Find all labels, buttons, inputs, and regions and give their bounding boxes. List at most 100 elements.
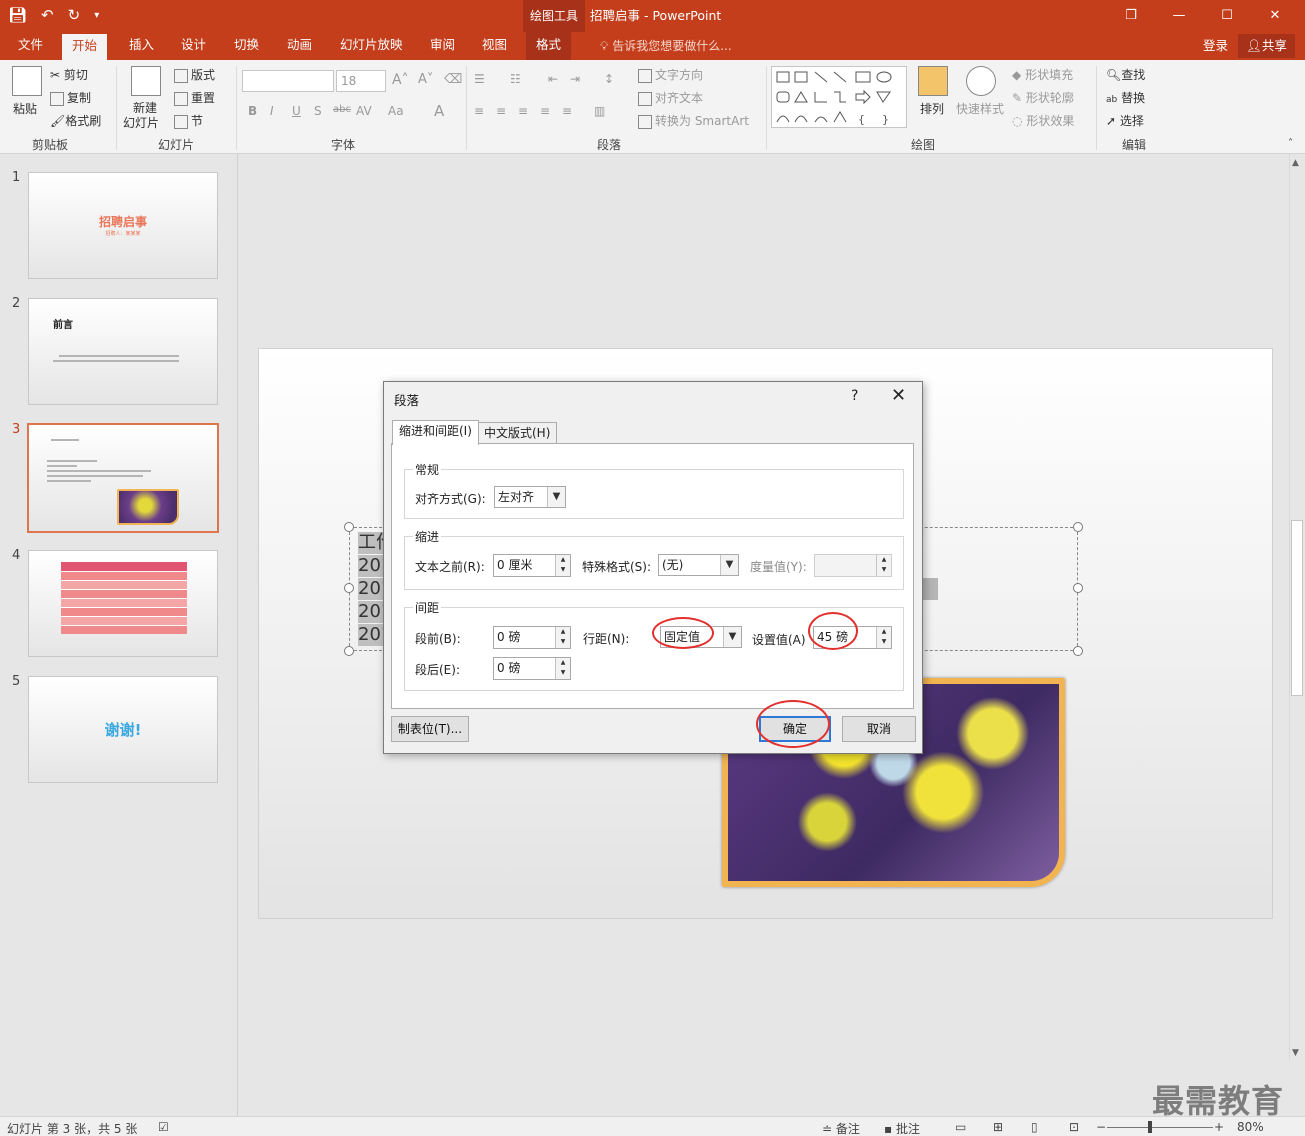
share-button[interactable]: 👤︎共享: [1238, 34, 1295, 58]
spin-arrows-icon[interactable]: ▲ ▼: [555, 627, 570, 648]
copy-button[interactable]: 复制: [50, 89, 91, 106]
customize-qat-icon[interactable]: ▾: [94, 10, 99, 21]
spin-arrows-icon[interactable]: ▲ ▼: [876, 627, 891, 648]
increase-indent-icon[interactable]: ⇥: [570, 72, 580, 86]
numbering-icon[interactable]: ☷: [510, 72, 521, 86]
shadow-icon[interactable]: S: [314, 104, 322, 118]
char-spacing-icon[interactable]: AV: [356, 104, 372, 118]
ribbon-display-options-icon[interactable]: ❐: [1107, 0, 1155, 32]
tab-design[interactable]: 设计: [171, 32, 216, 60]
reading-view-icon[interactable]: ▯: [1031, 1120, 1038, 1134]
tab-view[interactable]: 视图: [472, 32, 517, 60]
tab-chinese-typography[interactable]: 中文版式(H): [477, 422, 558, 444]
slide-thumbnail-3[interactable]: [27, 423, 219, 533]
underline-icon[interactable]: U: [292, 104, 301, 118]
arrange-icon[interactable]: [918, 66, 948, 96]
format-painter-button[interactable]: 🖌︎格式刷: [50, 112, 101, 129]
tab-indents-spacing[interactable]: 缩进和间距(I): [392, 420, 479, 445]
paste-icon[interactable]: [12, 66, 42, 96]
zoom-out-icon[interactable]: −: [1096, 1120, 1106, 1134]
slide-thumbnail-5[interactable]: 谢谢!: [28, 676, 218, 783]
select-button[interactable]: ➚ 选择: [1106, 112, 1144, 129]
tab-slideshow[interactable]: 幻灯片放映: [330, 32, 413, 60]
tab-home[interactable]: 开始: [62, 34, 108, 60]
scroll-up-icon[interactable]: ▲: [1292, 158, 1299, 168]
spacing-after-input[interactable]: 0 磅 ▲ ▼: [493, 657, 571, 680]
new-slide-dropdown[interactable]: 幻灯片: [123, 114, 159, 131]
before-text-input[interactable]: 0 厘米 ▲ ▼: [493, 554, 571, 577]
save-icon[interactable]: 💾︎: [8, 6, 27, 24]
columns-icon[interactable]: ▥: [594, 104, 605, 118]
bold-icon[interactable]: B: [248, 104, 257, 118]
grow-font-icon[interactable]: A˄: [392, 72, 409, 88]
scroll-down-icon[interactable]: ▼: [1292, 1048, 1299, 1058]
italic-icon[interactable]: I: [270, 104, 274, 118]
tab-file[interactable]: 文件: [8, 32, 53, 60]
line-spacing-icon[interactable]: ↕: [604, 72, 614, 86]
change-case-icon[interactable]: Aa: [388, 104, 404, 118]
resize-handle[interactable]: [344, 646, 354, 656]
zoom-slider-knob[interactable]: [1148, 1121, 1152, 1133]
section-button[interactable]: 节: [174, 112, 203, 129]
special-select[interactable]: (无) ▼: [658, 554, 739, 576]
align-right-icon[interactable]: ≡: [518, 104, 528, 118]
strikethrough-icon[interactable]: abc: [333, 104, 351, 115]
tabs-button[interactable]: 制表位(T)...: [391, 716, 469, 742]
redo-icon[interactable]: ↻: [68, 6, 81, 24]
slide-thumbnail-2[interactable]: 前言: [28, 298, 218, 405]
slide-thumbnail-1[interactable]: 招聘启事 招聘人：某某某: [28, 172, 218, 279]
minimize-icon[interactable]: —: [1155, 0, 1203, 32]
shrink-font-icon[interactable]: A˅: [418, 72, 433, 87]
align-center-icon[interactable]: ≡: [496, 104, 506, 118]
resize-handle[interactable]: [344, 522, 354, 532]
reset-button[interactable]: 重置: [174, 89, 215, 106]
spacing-before-input[interactable]: 0 磅 ▲ ▼: [493, 626, 571, 649]
slideshow-view-icon[interactable]: ⊡: [1069, 1120, 1079, 1134]
quick-styles-button[interactable]: 快速样式: [956, 100, 1004, 117]
tab-review[interactable]: 审阅: [420, 32, 465, 60]
quick-styles-icon[interactable]: [966, 66, 996, 96]
justify-icon[interactable]: ≡: [540, 104, 550, 118]
cancel-button[interactable]: 取消: [842, 716, 916, 742]
slide-thumbnail-4[interactable]: [28, 550, 218, 657]
layout-button[interactable]: 版式: [174, 66, 215, 83]
notes-button[interactable]: ≐ 备注: [822, 1120, 860, 1136]
login-link[interactable]: 登录: [1203, 32, 1228, 60]
tab-animations[interactable]: 动画: [277, 32, 322, 60]
resize-handle[interactable]: [1073, 583, 1083, 593]
clear-format-icon[interactable]: ⌫: [444, 72, 462, 87]
dialog-close-icon[interactable]: ✕: [891, 385, 906, 406]
font-name-input[interactable]: [242, 70, 334, 92]
distribute-icon[interactable]: ≡: [562, 104, 572, 118]
tell-me-box[interactable]: 💡︎ 告诉我您想要做什么...: [600, 32, 732, 60]
maximize-icon[interactable]: ☐: [1203, 0, 1251, 32]
find-button[interactable]: 🔍︎查找: [1106, 66, 1145, 83]
shapes-gallery[interactable]: { }: [771, 66, 907, 128]
alignment-select[interactable]: 左对齐 ▼: [494, 486, 566, 508]
new-slide-icon[interactable]: [131, 66, 161, 96]
tab-insert[interactable]: 插入: [119, 32, 164, 60]
slide-sorter-icon[interactable]: ⊞: [993, 1120, 1003, 1134]
shape-outline-button[interactable]: ✎ 形状轮廓: [1012, 89, 1074, 106]
collapse-ribbon-icon[interactable]: ˄: [1288, 138, 1293, 149]
tab-format[interactable]: 格式: [526, 32, 572, 60]
resize-handle[interactable]: [344, 583, 354, 593]
align-text-button[interactable]: 对齐文本: [638, 89, 703, 106]
convert-smartart-button[interactable]: 转换为 SmartArt: [638, 112, 749, 129]
spin-arrows-icon[interactable]: ▲ ▼: [555, 555, 570, 576]
resize-handle[interactable]: [1073, 522, 1083, 532]
help-icon[interactable]: ?: [851, 388, 858, 404]
shape-effects-button[interactable]: ◌ 形状效果: [1012, 112, 1074, 129]
zoom-slider[interactable]: [1107, 1127, 1213, 1128]
bullets-icon[interactable]: ☰: [474, 72, 485, 86]
decrease-indent-icon[interactable]: ⇤: [548, 72, 558, 86]
replace-button[interactable]: ab 替换: [1106, 89, 1145, 106]
comments-button[interactable]: ▪ 批注: [884, 1120, 920, 1136]
paste-button[interactable]: 粘贴: [13, 100, 37, 117]
resize-handle[interactable]: [1073, 646, 1083, 656]
scrollbar-thumb[interactable]: [1291, 520, 1303, 696]
zoom-level[interactable]: 80%: [1237, 1120, 1264, 1134]
spin-arrows-icon[interactable]: ▲ ▼: [555, 658, 570, 679]
cut-button[interactable]: ✂ 剪切: [50, 66, 88, 83]
font-size-input[interactable]: 18: [336, 70, 386, 92]
